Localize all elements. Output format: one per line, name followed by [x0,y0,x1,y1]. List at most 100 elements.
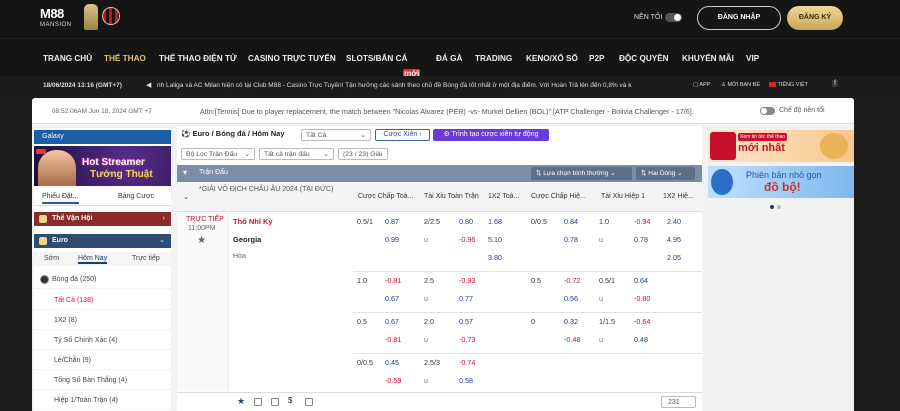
odds-cell[interactable]: -0.48 [564,335,580,344]
nav-keno[interactable]: KENO/XỔ SỐ [526,54,578,63]
carousel-dot[interactable] [777,205,781,209]
tab-early[interactable]: Sớm [44,255,59,262]
calendar-icon[interactable] [271,398,279,406]
odds-cell[interactable]: 0.84 [564,217,578,226]
facebook-icon[interactable]: f [832,80,838,87]
app-link[interactable]: ▢ APP [693,82,710,88]
hot-streamer-banner[interactable]: Hot Streamer Tướng Thuật [34,146,171,186]
odds-cell[interactable]: -0.74 [459,358,475,367]
lines-select[interactable]: ⇅ Hai Dòng ⌄ [636,167,695,180]
odds-cell[interactable]: 0.77 [459,294,473,303]
tab-bet-list[interactable]: Bảng Cược [118,193,154,200]
tab-today[interactable]: Hôm Nay [78,255,108,264]
nav-cockfight[interactable]: ĐÁ GÀ [436,54,462,63]
lines-label: Hai Dòng [648,170,676,177]
odds-cell[interactable]: 1.68 [488,217,502,226]
galaxy-banner[interactable]: Galaxy [34,130,171,144]
odds-cell[interactable]: 0.67 [385,294,399,303]
nav-promotions[interactable]: KHUYẾN MÃI [682,54,734,63]
odds-cell[interactable]: 3.80 [488,253,502,262]
match-count[interactable]: 231 [661,396,696,408]
nav-exclusive[interactable]: ĐỘC QUYỀN [619,54,669,63]
ticker-message[interactable]: nh Laliga và AC Milan hiện có tại Club M… [157,82,682,89]
list-item[interactable]: 1X2 (8) [34,311,171,330]
register-button[interactable]: ĐĂNG KÝ [787,6,843,30]
odds-cell[interactable]: 0.57 [459,317,473,326]
nav-p2p[interactable]: P2P [589,54,604,63]
compact-version-banner[interactable]: Phiên bản nhỏ gọn đồ bộ! [708,166,854,198]
chevron-down-icon: ⌄ [360,132,366,139]
odds-cell[interactable]: 0.64 [634,276,648,285]
language-selector[interactable]: TIẾNG VIỆT [769,82,808,88]
olympics-section[interactable]: Thể Vận Hội › [34,212,171,226]
chevron-down-icon[interactable]: ⌄ [183,193,189,201]
odds-cell[interactable]: -0.64 [634,317,650,326]
auto-parlay-button[interactable]: ⚙ Trình tạo cược xiên tự động [433,129,549,141]
print-icon[interactable] [254,398,262,406]
sport-football[interactable]: Bóng đá (250) [34,270,171,289]
m88-logo[interactable]: M88 MANSION [40,4,122,34]
odds-cell[interactable]: 0.32 [564,317,578,326]
sports-news-banner[interactable]: Xem tin tức thể thao mới nhất [708,130,854,162]
odds-cell[interactable]: 0.87 [385,217,399,226]
all-matches-select[interactable]: Tất cả trận đấu ⌄ [259,148,334,160]
nav-home[interactable]: TRANG CHỦ [43,54,92,63]
nav-vip[interactable]: VIP [746,54,759,63]
tab-betslip[interactable]: Phiếu Đặt... [42,193,79,204]
sportsbook-panel: 08:52:06AM Jun 18, 2024 GMT +7 Attn:[Ten… [32,98,854,411]
sort-select[interactable]: ⇅ Lựa chọn bình thường ⌄ [531,167,632,180]
odds-cell[interactable]: 2.05 [667,253,681,262]
stats-icon[interactable] [305,398,313,406]
odds-cell[interactable]: 0.45 [385,358,399,367]
odds-cell[interactable]: 4.95 [667,235,681,244]
list-item[interactable]: Tỷ Số Chính Xác (4) [34,331,171,350]
invite-link[interactable]: ♙ MỜI BẠN BÈ [721,82,760,88]
dark-theme-toggle[interactable] [760,107,775,115]
odds-cell[interactable]: 0.80 [459,217,473,226]
favorite-icon[interactable]: ★ [237,396,245,406]
list-item-label: Tổng Số Bàn Thắng (4) [54,377,128,384]
collapse-icon[interactable]: ▾ [183,168,187,177]
parlay-button[interactable]: Cược Xiên › [375,129,430,141]
dollar-icon[interactable]: $ [288,396,296,405]
match-filter[interactable]: Bộ Lọc Trận Đấu ⌄ [181,148,255,160]
league-count[interactable]: (23 / 23) Giải [338,148,388,160]
odds-cell[interactable]: -0.81 [385,276,401,285]
odds-cell[interactable]: -0.93 [459,276,475,285]
odds-cell[interactable]: -0.94 [634,217,650,226]
nav-sports[interactable]: THỂ THAO [104,54,146,63]
announcement[interactable]: Attn:[Tennis] Due to player replacement,… [200,107,780,116]
nav-esports[interactable]: THỂ THAO ĐIỆN TỬ [159,54,237,63]
odds-cell[interactable]: -0.59 [385,376,401,385]
odds-cell[interactable]: 0.78 [564,235,578,244]
odds-cell[interactable]: -0.72 [564,276,580,285]
odds-cell[interactable]: -0.81 [385,335,401,344]
list-item[interactable]: Lẻ/Chẵn (9) [34,351,171,370]
odds-cell[interactable]: 0.48 [634,335,648,344]
odds-cell[interactable]: -0.96 [459,235,475,244]
tab-live[interactable]: Trực tiếp [132,255,160,262]
odds-cell[interactable]: 0.58 [459,376,473,385]
favorite-star-icon[interactable]: ★ [197,235,206,246]
col-1x2-h1: 1X2 Hiệ... [663,193,694,200]
dark-mode-toggle[interactable] [665,13,682,22]
nav-trading[interactable]: TRADING [475,54,512,63]
odds-cell[interactable]: 5.10 [488,235,502,244]
list-item[interactable]: Tất Cả (138) [34,291,171,310]
nav-slots[interactable]: SLOTS/BẮN CÁ mới [346,54,421,78]
chevron-down-icon: ⌄ [244,151,250,158]
odds-cell[interactable]: 0.99 [385,235,399,244]
carousel-dot[interactable] [770,205,774,209]
nav-casino[interactable]: CASINO TRỰC TUYẾN [248,54,336,63]
odds-cell[interactable]: 0.56 [564,294,578,303]
odds-cell[interactable]: -0.73 [459,335,475,344]
odds-cell[interactable]: 0.67 [385,317,399,326]
list-item[interactable]: Hiệp 1/Toàn Trận (4) [34,391,171,410]
odds-cell[interactable]: 0.78 [634,235,648,244]
market-select[interactable]: Tất Cả ⌄ [301,129,371,141]
odds-cell[interactable]: -0.80 [634,294,650,303]
euro-section[interactable]: Euro ⌄ [34,234,171,248]
list-item[interactable]: Tổng Số Bàn Thắng (4) [34,371,171,390]
odds-cell[interactable]: 2.40 [667,217,681,226]
login-button[interactable]: ĐĂNG NHẬP [697,6,781,30]
